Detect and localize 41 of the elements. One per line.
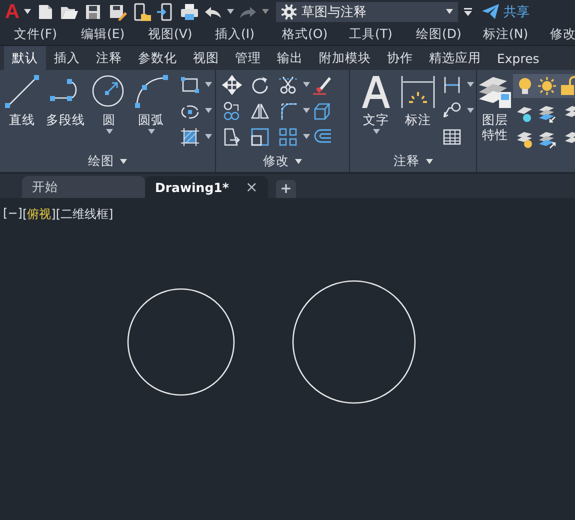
ribbon-tab[interactable]: 输出 <box>269 46 311 70</box>
ribbon-tab[interactable]: 视图 <box>185 46 227 70</box>
dimension-button[interactable]: 标注 <box>400 74 436 134</box>
menu-item[interactable]: 插入(I) <box>215 26 282 42</box>
menu-item[interactable]: 绘图(D) <box>416 26 483 42</box>
menu-item[interactable]: 编辑(E) <box>81 26 148 42</box>
menu-item[interactable]: 文件(F) <box>14 26 81 42</box>
workspace-dropdown[interactable]: 草图与注释 <box>276 2 458 22</box>
ribbon-tab[interactable]: 附加模块 <box>311 46 379 70</box>
circle-radius-button[interactable]: 圆 <box>90 74 128 134</box>
share-button[interactable]: 共享 <box>482 2 530 20</box>
ribbon-tab[interactable]: Expres <box>489 46 548 70</box>
layer-properties-button[interactable]: 图层特性 <box>479 74 511 149</box>
close-tab-button[interactable]: × <box>245 178 258 196</box>
arc-button[interactable]: 圆弧 <box>132 74 170 134</box>
panel-title[interactable]: 绘图 <box>88 152 127 170</box>
ribbon-tab[interactable]: 默认 <box>4 46 46 70</box>
viewport-control[interactable]: [−] <box>3 206 22 223</box>
menu-item[interactable]: 格式(O) <box>282 26 349 42</box>
ribbon-tab[interactable]: 插入 <box>46 46 88 70</box>
ribbon-tab[interactable]: 注释 <box>88 46 130 70</box>
ribbon-tab[interactable]: 精选应用 <box>421 46 489 70</box>
menu-item[interactable]: 标注(N) <box>483 26 550 42</box>
viewport-label: − <box>8 206 18 220</box>
ribbon-tab[interactable]: 参数化 <box>130 46 185 70</box>
viewport-control[interactable]: [二维线框] <box>56 206 114 223</box>
menu-item[interactable]: 视图(V) <box>148 26 215 42</box>
line-button[interactable]: 直线 <box>3 74 41 134</box>
document-tab[interactable]: 开始 <box>22 176 145 198</box>
new-tab-button[interactable]: + <box>276 180 296 198</box>
document-tab[interactable]: Drawing1* × <box>145 176 268 198</box>
viewport-control[interactable]: [俯视] <box>22 206 56 223</box>
ribbon-tab[interactable]: 协作 <box>379 46 421 70</box>
viewport-label: 俯视 <box>27 207 52 221</box>
panel-title[interactable]: 注释 <box>394 152 432 170</box>
menu-item[interactable]: 工具(T) <box>349 26 416 42</box>
viewport-label: 二维线框 <box>60 207 108 221</box>
panel-title[interactable]: 修改 <box>263 152 302 170</box>
polyline-button[interactable]: 多段线 <box>45 74 86 134</box>
ribbon-tab[interactable]: 管理 <box>227 46 269 70</box>
letter-a-button[interactable]: 文字 <box>358 74 394 134</box>
